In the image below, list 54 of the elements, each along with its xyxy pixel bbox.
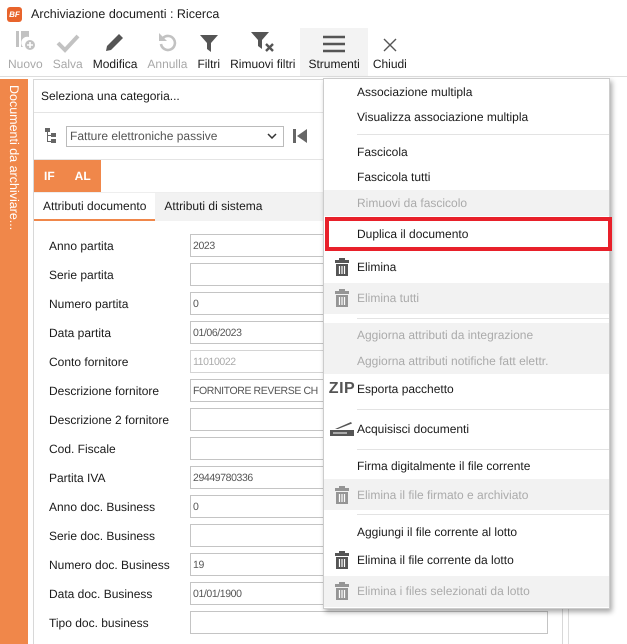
app-logo: BF (7, 6, 22, 22)
field-label: Tipo doc. business (49, 614, 150, 632)
menu-icon (322, 35, 346, 53)
field-label: Cod. Fiscale (49, 440, 117, 458)
tree-icon (45, 128, 57, 144)
filter-icon (198, 33, 219, 53)
field-label: Conto fornitore (49, 354, 130, 370)
new-document-icon (13, 29, 38, 53)
field-label: Anno doc. Business (49, 498, 156, 516)
menu-item[interactable]: Firma digitalmente il file corrente (324, 454, 609, 479)
undo-icon (157, 31, 178, 53)
menu-item[interactable]: Fascicola (324, 139, 609, 164)
attribute-field[interactable] (190, 611, 548, 634)
menu-item[interactable]: Acquisisci documenti (324, 414, 609, 444)
toolbar-button[interactable]: Strumenti (300, 28, 368, 76)
first-record-icon[interactable] (293, 129, 307, 143)
field-label: Anno partita (49, 238, 115, 254)
attribute-tab[interactable]: Attributi di sistema (155, 193, 272, 221)
menu-item[interactable]: Duplica il documento (324, 216, 613, 252)
chevron-down-icon (267, 133, 277, 139)
trash-icon (335, 289, 349, 307)
field-label: Descrizione 2 fornitore (49, 412, 170, 428)
field-label: Data partita (49, 324, 112, 342)
menu-item[interactable]: Associazione multipla (324, 79, 609, 104)
field-label: Serie partita (49, 266, 115, 284)
toolbar-button[interactable]: Filtri (192, 28, 226, 76)
toolbar-button[interactable]: Rimuovi filtri (225, 28, 300, 76)
field-label: Numero doc. Business (49, 556, 171, 574)
menu-item[interactable]: Elimina (324, 252, 609, 282)
field-label: Numero partita (49, 296, 130, 312)
trash-icon (335, 486, 349, 504)
field-label: Descrizione fornitore (49, 382, 160, 400)
menu-item[interactable]: Visualizza associazione multipla (324, 104, 609, 130)
toolbar-button[interactable]: Modifica (88, 28, 142, 76)
category-dropdown[interactable]: Fatture elettroniche passive (66, 126, 284, 146)
filter-remove-icon (250, 31, 276, 53)
trash-icon (335, 582, 349, 600)
trash-icon (335, 258, 349, 276)
menu-item[interactable]: ZIP Esporta pacchetto (324, 374, 609, 404)
menu-item[interactable]: Elimina il file corrente da lotto (324, 544, 609, 576)
trash-icon (335, 551, 349, 569)
scanner-icon (329, 421, 355, 437)
attribute-tab[interactable]: Attributi documento (34, 193, 156, 221)
menu-item[interactable]: Aggiungi il file corrente al lotto (324, 519, 609, 544)
menu-item[interactable]: Fascicola tutti (324, 164, 609, 190)
checkmark-icon (56, 33, 80, 53)
toolbar-button[interactable]: Chiudi (368, 28, 412, 76)
close-icon (382, 37, 398, 53)
field-label: Data doc. Business (49, 586, 154, 602)
category-prompt: Seleziona una categoria... (41, 89, 180, 103)
zip-icon: ZIP (328, 380, 356, 398)
field-label: Partita IVA (49, 470, 106, 486)
field-label: Serie doc. Business (49, 528, 156, 544)
window-title: Archiviazione documenti : Ricerca (31, 7, 220, 21)
